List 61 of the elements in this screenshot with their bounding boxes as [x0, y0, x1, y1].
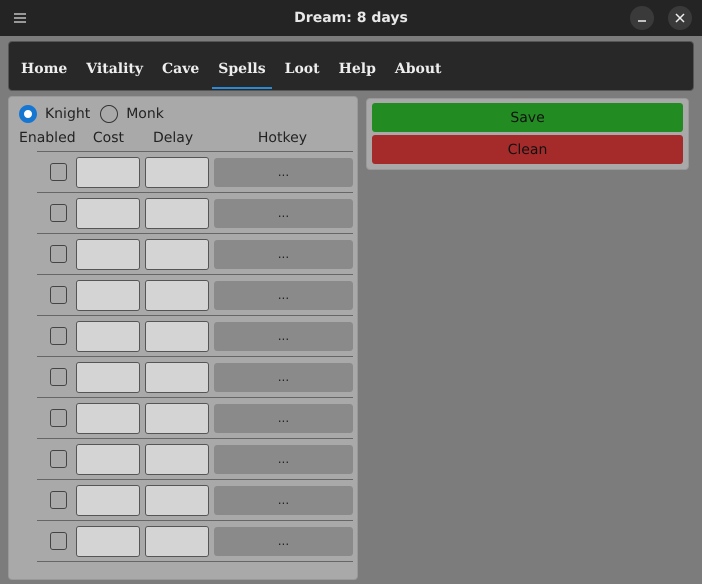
delay-field[interactable]	[144, 402, 209, 434]
radio-button[interactable]	[100, 105, 118, 123]
delay-field[interactable]	[144, 280, 209, 310]
checkbox[interactable]	[50, 368, 67, 386]
tab[interactable]: About	[388, 49, 448, 89]
checkbox[interactable]	[50, 327, 67, 345]
column-header: Delay	[152, 130, 194, 148]
checkbox[interactable]	[50, 409, 67, 427]
checkbox[interactable]	[50, 245, 67, 263]
menu-icon[interactable]	[14, 13, 26, 23]
hotkey-button[interactable]: ...	[214, 486, 353, 514]
delay-field[interactable]	[144, 484, 209, 516]
delay-field[interactable]	[144, 444, 209, 474]
checkbox[interactable]	[50, 163, 67, 181]
delay-field[interactable]	[144, 198, 209, 228]
cost-field[interactable]	[76, 444, 140, 474]
cost-field[interactable]	[76, 526, 140, 556]
cost-field[interactable]	[76, 156, 140, 188]
column-header: Enabled	[19, 130, 77, 148]
delay-field[interactable]	[144, 156, 209, 188]
delay-field[interactable]	[144, 238, 209, 270]
column-header: Cost	[92, 130, 126, 148]
tab[interactable]: Loot	[278, 49, 326, 89]
hotkey-button[interactable]: ...	[214, 322, 353, 350]
cost-field[interactable]	[76, 362, 140, 392]
checkbox[interactable]	[50, 450, 67, 468]
hotkey-button[interactable]: ...	[214, 404, 353, 432]
hotkey-button[interactable]: ...	[214, 240, 353, 268]
cost-field[interactable]	[76, 238, 140, 270]
window-title: Dream: 8 days	[294, 10, 408, 26]
cost-field[interactable]	[76, 280, 140, 310]
delay-field[interactable]	[144, 362, 209, 392]
tab[interactable]: Cave	[156, 49, 206, 89]
tab[interactable]: Help	[332, 49, 382, 89]
hotkey-button[interactable]: ...	[214, 198, 353, 228]
close-button[interactable]	[668, 6, 692, 30]
radio-label: Monk	[126, 106, 164, 122]
cost-field[interactable]	[76, 198, 140, 228]
tab[interactable]: Vitality	[80, 49, 150, 89]
checkbox[interactable]	[50, 532, 67, 550]
delay-field[interactable]	[144, 320, 209, 352]
action-button[interactable]: Clean	[372, 135, 683, 164]
tab[interactable]: Spells	[212, 49, 272, 89]
checkbox[interactable]	[50, 204, 67, 222]
cost-field[interactable]	[76, 402, 140, 434]
hotkey-button[interactable]: ...	[214, 362, 353, 392]
minimize-button[interactable]	[630, 6, 654, 30]
checkbox[interactable]	[50, 286, 67, 304]
hotkey-button[interactable]: ...	[214, 444, 353, 474]
radio-label: Knight	[45, 106, 90, 122]
cost-field[interactable]	[76, 320, 140, 352]
tab[interactable]: Home	[15, 49, 74, 89]
delay-field[interactable]	[144, 526, 209, 556]
hotkey-button[interactable]: ...	[214, 280, 353, 310]
column-header: Hotkey	[256, 130, 308, 148]
hotkey-button[interactable]: ...	[214, 158, 353, 186]
hotkey-button[interactable]: ...	[214, 526, 353, 556]
checkbox[interactable]	[50, 491, 67, 509]
cost-field[interactable]	[76, 484, 140, 516]
action-button[interactable]: Save	[372, 103, 683, 132]
radio-button[interactable]	[19, 105, 37, 123]
